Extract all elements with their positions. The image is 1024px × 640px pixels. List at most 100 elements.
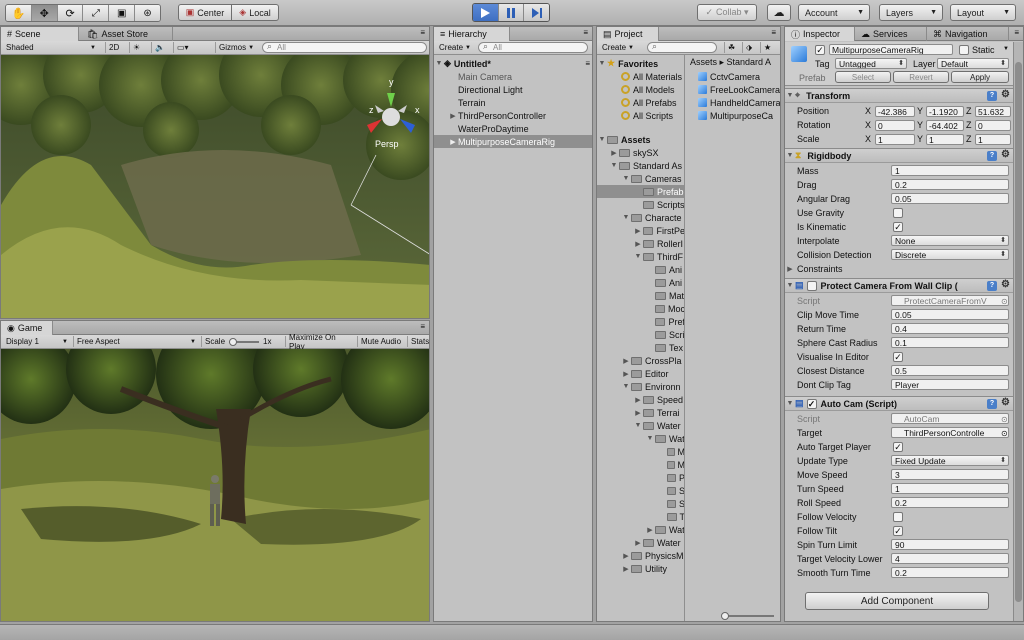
maximize-on-play-toggle[interactable]: Maximize On Play [285, 333, 355, 351]
folder-row[interactable]: S [597, 484, 684, 497]
position-z-field[interactable]: 51.632 [975, 105, 1011, 117]
expand-arrow-icon[interactable]: ▼ [597, 136, 607, 143]
favorite-item[interactable]: All Scripts [597, 109, 684, 122]
folder-row[interactable]: Tex [597, 341, 684, 354]
tab-inspector[interactable]: ⓘ Inspector [785, 27, 855, 41]
folder-row[interactable]: M [597, 458, 684, 471]
slider-thumb[interactable] [721, 612, 729, 620]
panel-menu-icon[interactable]: ≡ [585, 59, 590, 68]
layout-dropdown[interactable]: Layout ▼ [950, 4, 1016, 21]
is-kinematic-checkbox[interactable]: ✓ [893, 222, 903, 232]
display-dropdown[interactable]: Display 1 ▼ [3, 336, 71, 347]
active-checkbox[interactable]: ✓ [815, 45, 825, 55]
panel-menu-icon[interactable]: ≡ [771, 28, 776, 37]
folder-row[interactable]: ▼ Wat [597, 432, 684, 445]
folder-row[interactable]: ▼ Cameras [597, 172, 684, 185]
tag-dropdown[interactable]: Untagged [835, 58, 907, 69]
pivot-center-button[interactable]: ▣ Center [178, 4, 232, 21]
dont-clip-field[interactable]: Player [891, 379, 1009, 390]
expand-arrow-icon[interactable]: ▼ [645, 435, 655, 442]
cloud-button[interactable]: ☁ [767, 4, 791, 21]
hand-tool-button[interactable]: ✋ [6, 5, 32, 21]
folder-row[interactable]: ▶ PhysicsM [597, 549, 684, 562]
persp-label[interactable]: Persp [375, 139, 399, 149]
expand-arrow-icon[interactable]: ▼ [597, 60, 607, 67]
auto-target-checkbox[interactable]: ✓ [893, 442, 903, 452]
scale-slider[interactable]: Scale 1x [201, 336, 283, 347]
autocam-header[interactable]: ▼ ▤ ✓ Auto Cam (Script) ? ⚙ [785, 396, 1013, 411]
file-item[interactable]: HandheldCamera [686, 96, 780, 109]
folder-row[interactable]: ▶ Terrai [597, 406, 684, 419]
expand-arrow-icon[interactable]: ▶ [633, 409, 643, 417]
folder-row[interactable]: ▶ Utility [597, 562, 684, 575]
expand-arrow-icon[interactable]: ▶ [621, 357, 631, 365]
smooth-turn-field[interactable]: 0.2 [891, 567, 1009, 578]
folder-row[interactable]: Ani [597, 276, 684, 289]
expand-arrow-icon[interactable]: ▼ [621, 175, 631, 182]
expand-arrow-icon[interactable]: ▶ [645, 526, 655, 534]
update-type-dropdown[interactable]: Fixed Update [891, 455, 1009, 466]
gear-icon[interactable]: ⚙ [1001, 149, 1010, 160]
layers-dropdown[interactable]: Layers ▼ [879, 4, 943, 21]
folder-row[interactable]: ▼ Water [597, 419, 684, 432]
effects-toggle[interactable]: ▭▾ [173, 42, 199, 53]
shading-dropdown[interactable]: Shaded ▼ [3, 42, 99, 53]
folder-row[interactable]: ▼ Characte [597, 211, 684, 224]
folder-row[interactable]: ▶ Water [597, 536, 684, 549]
rotate-tool-button[interactable]: ⟳ [57, 5, 84, 21]
expand-arrow-icon[interactable]: ▶ [609, 149, 619, 157]
hierarchy-search-input[interactable]: All [478, 41, 588, 53]
move-speed-field[interactable]: 3 [891, 469, 1009, 480]
tab-hierarchy[interactable]: ≡ Hierarchy [434, 27, 510, 41]
expand-arrow-icon[interactable]: ▶ [621, 552, 631, 560]
gizmos-dropdown[interactable]: Gizmos ▼ [215, 42, 257, 53]
tab-game[interactable]: ◉ Game [1, 321, 53, 335]
interpolate-dropdown[interactable]: None [891, 235, 1009, 246]
collision-dropdown[interactable]: Discrete [891, 249, 1009, 260]
panel-menu-icon[interactable]: ≡ [1014, 28, 1019, 37]
transform-tool-button[interactable]: ⊛ [135, 5, 160, 21]
mass-field[interactable]: 1 [891, 165, 1009, 176]
slider-thumb[interactable] [229, 337, 238, 346]
target-velocity-field[interactable]: 4 [891, 553, 1009, 564]
folder-row-selected[interactable]: Prefab [597, 185, 684, 198]
file-item[interactable]: MultipurposeCa [686, 109, 780, 122]
step-button[interactable] [524, 4, 549, 21]
expand-arrow-icon[interactable]: ▶ [633, 539, 643, 547]
scene-root-row[interactable]: ▼ ◈ Untitled* ≡ [434, 57, 592, 70]
folder-row[interactable]: ▼ ThirdF [597, 250, 684, 263]
help-icon[interactable]: ? [987, 151, 997, 161]
hierarchy-item-third-person[interactable]: ▶ ThirdPersonController [434, 109, 592, 122]
chevron-down-icon[interactable]: ▼ [1003, 46, 1009, 52]
mute-audio-toggle[interactable]: Mute Audio [357, 336, 405, 347]
project-create-button[interactable]: Create ▼ [599, 42, 637, 53]
expand-arrow-icon[interactable]: ▼ [633, 253, 643, 260]
tab-services[interactable]: ☁ Services [855, 27, 927, 41]
expand-arrow-icon[interactable]: ▼ [609, 162, 619, 169]
static-checkbox[interactable] [959, 45, 969, 55]
audio-toggle[interactable]: 🔈 [151, 42, 171, 53]
mode-2d-toggle[interactable]: 2D [105, 42, 127, 53]
expand-arrow-icon[interactable]: ▼ [785, 400, 795, 407]
tab-navigation[interactable]: ⌘ Navigation [927, 27, 1009, 41]
angular-drag-field[interactable]: 0.05 [891, 193, 1009, 204]
scale-tool-button[interactable]: ⤢ [83, 5, 110, 21]
scale-x-field[interactable]: 1 [875, 133, 915, 145]
folder-row[interactable]: T [597, 510, 684, 523]
protect-enabled-checkbox[interactable] [806, 280, 817, 291]
favorite-item[interactable]: All Models [597, 83, 684, 96]
expand-arrow-icon[interactable]: ▼ [621, 383, 631, 390]
expand-arrow-icon[interactable]: ▶ [633, 240, 643, 248]
hierarchy-create-button[interactable]: Create ▼ [436, 42, 472, 53]
inspector-scrollbar[interactable] [1013, 42, 1023, 621]
target-field[interactable]: ThirdPersonControlle [891, 427, 1009, 438]
expand-arrow-icon[interactable]: ▼ [785, 282, 795, 289]
folder-row[interactable]: Pref [597, 315, 684, 328]
expand-arrow-icon[interactable]: ▶ [621, 565, 631, 573]
gear-icon[interactable]: ⚙ [1001, 89, 1010, 100]
folder-row[interactable]: ▶ Speed [597, 393, 684, 406]
panel-menu-icon[interactable]: ≡ [583, 28, 588, 37]
prefab-select-button[interactable]: Select [835, 71, 891, 83]
pivot-local-button[interactable]: ◈ Local [231, 4, 279, 21]
expand-arrow-icon[interactable]: ▶ [633, 227, 643, 235]
